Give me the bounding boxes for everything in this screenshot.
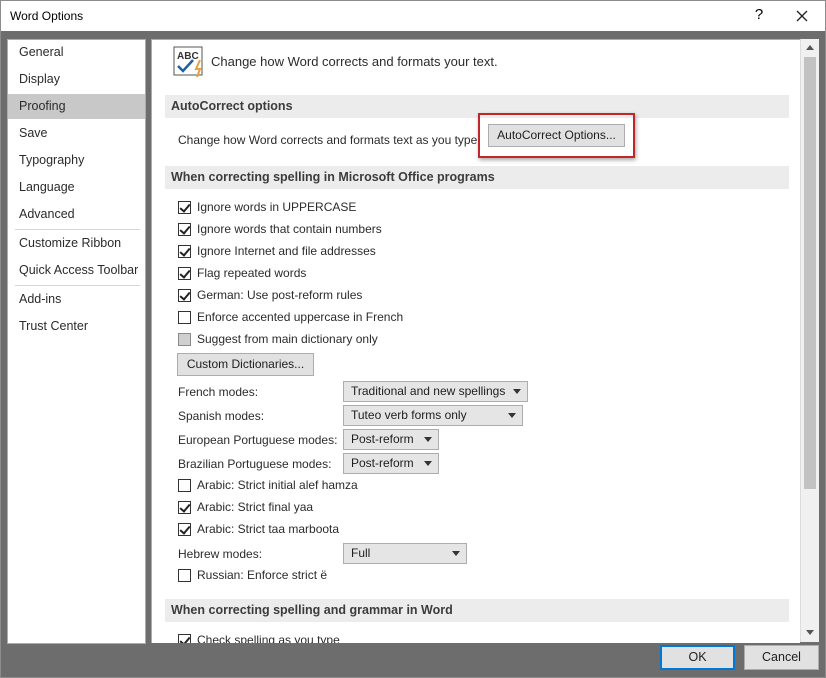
european-portuguese-label: European Portuguese modes:: [178, 433, 338, 447]
close-icon[interactable]: [791, 5, 813, 27]
vertical-scrollbar[interactable]: [800, 39, 819, 642]
checkbox-label: Enforce accented uppercase in French: [197, 310, 404, 324]
checkbox-box[interactable]: [178, 201, 191, 214]
checkbox-label: Flag repeated words: [197, 266, 307, 280]
checkbox-box[interactable]: [178, 479, 191, 492]
checkbox-label: Suggest from main dictionary only: [197, 332, 378, 346]
sidebar-item-add-ins[interactable]: Add-ins: [8, 287, 145, 312]
scrollbar-thumb[interactable]: [804, 57, 816, 489]
section-heading-autocorrect: AutoCorrect options: [165, 95, 789, 118]
sidebar-item-advanced[interactable]: Advanced: [8, 202, 145, 227]
options-sidebar: General Display Proofing Save Typography…: [7, 39, 146, 644]
scroll-up-icon[interactable]: [801, 40, 819, 56]
section-heading-spelling: When correcting spelling in Microsoft Of…: [165, 166, 789, 189]
french-modes-select[interactable]: Traditional and new spellings: [343, 381, 528, 402]
checkbox-label: Arabic: Strict taa marboota: [197, 522, 340, 536]
sidebar-item-customize-ribbon[interactable]: Customize Ribbon: [8, 231, 145, 256]
brazilian-portuguese-label: Brazilian Portuguese modes:: [178, 457, 332, 471]
checkbox-label: Ignore Internet and file addresses: [197, 244, 376, 258]
checkbox-box[interactable]: [178, 245, 191, 258]
hebrew-modes-label: Hebrew modes:: [178, 547, 263, 561]
help-button[interactable]: ?: [749, 5, 769, 25]
panel-description: Change how Word corrects and formats you…: [211, 54, 498, 69]
checkbox-label: Ignore words that contain numbers: [197, 222, 382, 236]
checkbox-label: Check spelling as you type: [197, 633, 340, 643]
chevron-down-icon: [424, 461, 432, 466]
checkbox-label: Arabic: Strict initial alef hamza: [197, 478, 358, 492]
abc-check-icon: ABC: [173, 46, 207, 78]
european-portuguese-value: Post-reform: [351, 432, 414, 446]
sidebar-divider: [15, 229, 140, 230]
sidebar-item-general[interactable]: General: [8, 40, 145, 65]
section-heading-grammar: When correcting spelling and grammar in …: [165, 599, 789, 622]
title-bar: Word Options ?: [1, 1, 825, 31]
brazilian-portuguese-select[interactable]: Post-reform: [343, 453, 439, 474]
chevron-down-icon: [424, 437, 432, 442]
spanish-modes-value: Tuteo verb forms only: [351, 408, 467, 422]
spanish-modes-label: Spanish modes:: [178, 409, 265, 423]
checkbox-box[interactable]: [178, 223, 191, 236]
autocorrect-description: Change how Word corrects and formats tex…: [178, 133, 481, 147]
european-portuguese-select[interactable]: Post-reform: [343, 429, 439, 450]
checkbox-box[interactable]: [178, 333, 191, 346]
french-modes-value: Traditional and new spellings: [351, 384, 506, 398]
proofing-panel: ABC Change how Word corrects and formats…: [151, 39, 800, 643]
spanish-modes-select[interactable]: Tuteo verb forms only: [343, 405, 523, 426]
hebrew-modes-select[interactable]: Full: [343, 543, 467, 564]
brazilian-portuguese-value: Post-reform: [351, 456, 414, 470]
chevron-down-icon: [513, 389, 521, 394]
svg-text:ABC: ABC: [177, 51, 199, 62]
checkbox-box[interactable]: [178, 569, 191, 582]
custom-dictionaries-button[interactable]: Custom Dictionaries...: [177, 353, 314, 376]
checkbox-label: Arabic: Strict final yaa: [197, 500, 314, 514]
sidebar-item-typography[interactable]: Typography: [8, 148, 145, 173]
checkbox-box[interactable]: [178, 311, 191, 324]
checkbox-box[interactable]: [178, 267, 191, 280]
chevron-down-icon: [508, 413, 516, 418]
french-modes-label: French modes:: [178, 385, 259, 399]
sidebar-item-save[interactable]: Save: [8, 121, 145, 146]
sidebar-item-trust-center[interactable]: Trust Center: [8, 314, 145, 339]
autocorrect-options-button[interactable]: AutoCorrect Options...: [488, 124, 625, 147]
sidebar-divider: [15, 285, 140, 286]
checkbox-box[interactable]: [178, 501, 191, 514]
hebrew-modes-value: Full: [351, 546, 371, 560]
checkbox-box[interactable]: [178, 523, 191, 536]
checkbox-box[interactable]: [178, 289, 191, 302]
checkbox-box[interactable]: [178, 634, 191, 643]
sidebar-item-language[interactable]: Language: [8, 175, 145, 200]
sidebar-item-display[interactable]: Display: [8, 67, 145, 92]
checkbox-label: Russian: Enforce strict ë: [197, 568, 328, 582]
checkbox-label: Ignore words in UPPERCASE: [197, 200, 357, 214]
sidebar-item-proofing[interactable]: Proofing: [8, 94, 145, 119]
window-title: Word Options: [10, 9, 84, 23]
scroll-down-icon[interactable]: [801, 624, 819, 640]
cancel-button[interactable]: Cancel: [744, 645, 819, 670]
chevron-down-icon: [452, 551, 460, 556]
ok-button[interactable]: OK: [660, 645, 735, 670]
sidebar-item-quick-access-toolbar[interactable]: Quick Access Toolbar: [8, 258, 145, 283]
checkbox-label: German: Use post-reform rules: [197, 288, 363, 302]
